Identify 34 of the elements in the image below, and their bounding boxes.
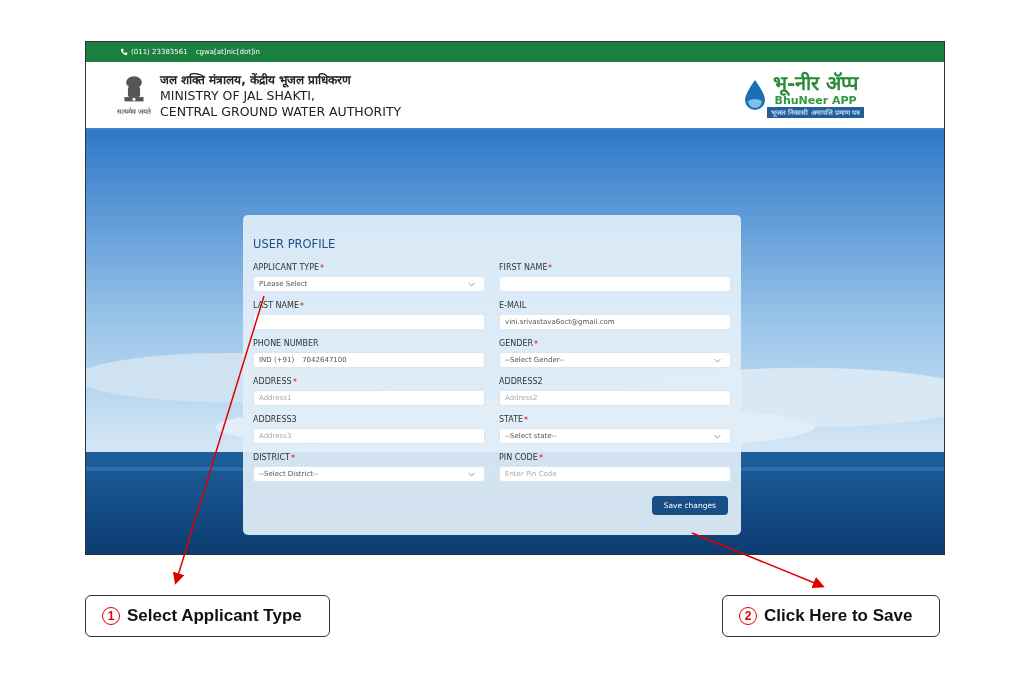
required-icon: [524, 416, 529, 420]
field-label: ADDRESS: [253, 377, 292, 387]
water-drop-icon: [743, 79, 768, 111]
logo-hindi-name: भू-नीर ॲप्प: [772, 72, 859, 94]
required-icon: [292, 378, 297, 382]
chevron-icon: [714, 357, 721, 363]
callout-text: Select Applicant Type: [127, 606, 302, 626]
ministry-title: MINISTRY OF JAL SHAKTI,: [160, 87, 316, 104]
phone-icon: [120, 48, 128, 56]
field-label: FIRST NAME: [499, 263, 548, 273]
field-label: APPLICANT TYPE: [253, 263, 320, 273]
field-label: PIN CODE: [499, 453, 538, 463]
field-label: E-MAIL: [499, 301, 527, 311]
chevron-icon: [468, 281, 475, 287]
field-label: GENDER: [499, 339, 533, 349]
form-title: USER PROFILE: [253, 237, 337, 251]
field-label: ADDRESS2: [499, 377, 543, 387]
input-field[interactable]: [499, 276, 731, 292]
chevron-icon: [468, 471, 475, 477]
field-label: ADDRESS3: [253, 415, 297, 425]
ministry-hindi-title: जल शक्ति मंत्रालय, केंद्रीय भूजल प्राधिकरण: [160, 71, 353, 88]
field-label: DISTRICT: [253, 453, 290, 463]
required-icon: [300, 302, 305, 306]
required-icon: [538, 454, 543, 458]
input-field[interactable]: [253, 314, 485, 330]
required-icon: [548, 264, 553, 268]
required-icon: [320, 264, 325, 268]
required-icon: [290, 454, 295, 458]
required-icon: [534, 340, 538, 344]
callout-text: Click Here to Save: [764, 606, 913, 626]
field-label: PHONE NUMBER: [253, 339, 319, 349]
field-label: STATE: [499, 415, 524, 425]
ministry-title: CENTRAL GROUND WATER AUTHORITY: [160, 103, 402, 120]
chevron-icon: [714, 433, 721, 439]
